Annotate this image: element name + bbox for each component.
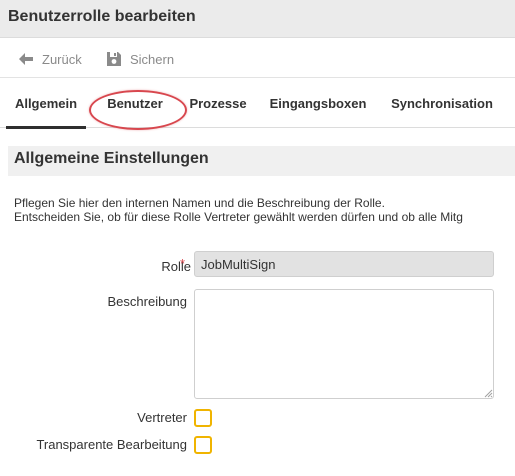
transparente-bearbeitung-checkbox[interactable] [194, 436, 212, 454]
rolle-input[interactable] [194, 251, 494, 277]
general-settings-panel: Allgemeine Einstellungen Pflegen Sie hie… [8, 146, 515, 476]
back-button-label: Zurück [42, 51, 82, 67]
vertreter-label: Vertreter [137, 410, 187, 425]
tab-synchronisation[interactable]: Synchronisation [386, 79, 498, 128]
title-bar: Benutzerrolle bearbeiten [0, 0, 515, 38]
section-description-line-2: Entscheiden Sie, ob für diese Rolle Vert… [14, 210, 463, 224]
save-button[interactable]: Sichern [106, 49, 174, 69]
tab-bar: Allgemein Benutzer Prozesse Eingangsboxe… [0, 79, 515, 129]
section-description-line-1: Pflegen Sie hier den internen Namen und … [14, 196, 385, 210]
panel-header: Allgemeine Einstellungen [8, 146, 515, 176]
save-button-label: Sichern [130, 51, 175, 67]
page-title: Benutzerrolle bearbeiten [8, 8, 196, 25]
rolle-label: Rolle [161, 259, 191, 274]
tab-eingangsboxen[interactable]: Eingangsboxen [266, 79, 370, 128]
transparente-bearbeitung-label: Transparente Bearbeitung [36, 437, 187, 452]
arrow-left-icon [19, 53, 33, 65]
vertreter-checkbox[interactable] [194, 409, 212, 427]
required-asterisk: * [180, 256, 186, 271]
tab-prozesse[interactable]: Prozesse [186, 79, 250, 128]
tab-allgemein[interactable]: Allgemein [6, 79, 86, 129]
section-title: Allgemeine Einstellungen [14, 150, 209, 167]
beschreibung-label: Beschreibung [107, 294, 188, 309]
floppy-disk-icon [107, 52, 121, 66]
beschreibung-textarea[interactable] [194, 289, 494, 399]
resize-grip-icon[interactable] [483, 388, 493, 398]
toolbar: Zurück Sichern [0, 39, 515, 78]
tab-benutzer[interactable]: Benutzer [102, 79, 168, 128]
back-button[interactable]: Zurück [18, 49, 82, 69]
